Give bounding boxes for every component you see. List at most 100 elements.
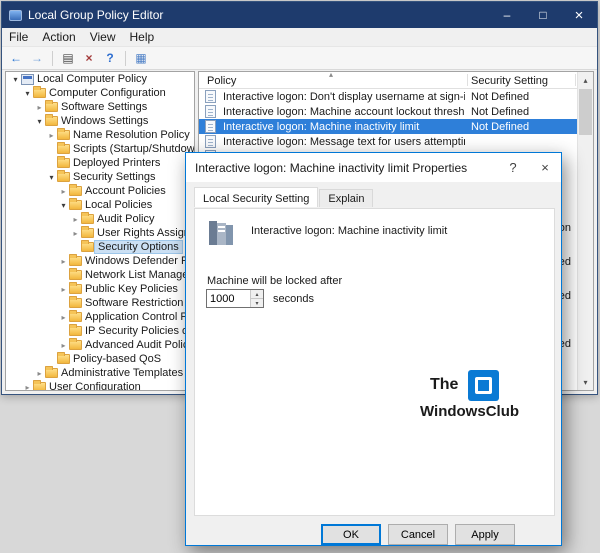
cancel-button[interactable]: Cancel <box>388 524 448 545</box>
folder-icon <box>69 338 82 350</box>
scrollbar-thumb[interactable] <box>579 89 592 135</box>
chevron-collapsed-icon[interactable]: ▸ <box>70 215 81 224</box>
tree-item-windows-settings[interactable]: ▾ Windows Settings <box>6 114 194 128</box>
policy-row[interactable]: Interactive logon: Message text for user… <box>199 134 577 149</box>
scroll-down-icon[interactable]: ▾ <box>578 374 593 390</box>
tree-item-scripts-startup-shutdown[interactable]: Scripts (Startup/Shutdown) <box>6 142 194 156</box>
folder-icon <box>69 324 82 336</box>
tree-item-label: Network List Manager Policies <box>85 269 194 281</box>
folder-icon <box>33 380 46 390</box>
chevron-collapsed-icon[interactable]: ▸ <box>22 383 33 391</box>
column-divider[interactable] <box>467 74 468 86</box>
menu-view[interactable]: View <box>83 28 123 46</box>
chevron-expanded-icon[interactable]: ▾ <box>10 75 21 84</box>
tree-item-ip-security-policies-on-local-computer[interactable]: IP Security Policies on Local Computer <box>6 324 194 338</box>
column-divider[interactable] <box>575 74 576 86</box>
policy-row[interactable]: Interactive logon: Don't display usernam… <box>199 89 577 104</box>
chevron-collapsed-icon[interactable]: ▸ <box>70 229 81 238</box>
dialog-close-button[interactable]: × <box>529 153 561 182</box>
tree-item-local-policies[interactable]: ▾ Local Policies <box>6 198 194 212</box>
tree-item-advanced-audit-policy-configuration[interactable]: ▸ Advanced Audit Policy Configuration <box>6 338 194 352</box>
tree-item-security-settings[interactable]: ▾ Security Settings <box>6 170 194 184</box>
seconds-unit-label: seconds <box>273 293 314 305</box>
stepper-up-icon[interactable]: ▴ <box>250 290 263 299</box>
tree-item-audit-policy[interactable]: ▸ Audit Policy <box>6 212 194 226</box>
tree-item-application-control-policies[interactable]: ▸ Application Control Policies <box>6 310 194 324</box>
tree-item-label: Advanced Audit Policy Configuration <box>85 339 194 351</box>
tree-item-computer-configuration[interactable]: ▾ Computer Configuration <box>6 86 194 100</box>
tree-item-account-policies[interactable]: ▸ Account Policies <box>6 184 194 198</box>
ok-button[interactable]: OK <box>321 524 381 545</box>
tree-item-label: Security Options <box>94 240 183 254</box>
properties-dialog: Interactive logon: Machine inactivity li… <box>185 152 562 546</box>
tree-item-name-resolution-policy[interactable]: ▸ Name Resolution Policy <box>6 128 194 142</box>
folder-icon <box>45 114 58 126</box>
delete-icon[interactable]: × <box>79 49 99 68</box>
folder-icon <box>57 156 70 168</box>
tree-item-user-rights-assignment[interactable]: ▸ User Rights Assignment <box>6 226 194 240</box>
chevron-collapsed-icon[interactable]: ▸ <box>58 257 69 266</box>
chevron-expanded-icon[interactable]: ▾ <box>34 117 45 126</box>
seconds-stepper: ▴ ▾ <box>250 290 263 307</box>
chevron-collapsed-icon[interactable]: ▸ <box>34 103 45 112</box>
tree-item-label: Application Control Policies <box>85 311 194 323</box>
folder-icon <box>69 254 82 266</box>
policy-row[interactable]: Interactive logon: Machine inactivity li… <box>199 119 577 134</box>
forward-icon[interactable]: → <box>27 49 47 68</box>
chevron-collapsed-icon[interactable]: ▸ <box>58 187 69 196</box>
dialog-title: Interactive logon: Machine inactivity li… <box>195 160 468 175</box>
tree-item-label: Account Policies <box>85 185 166 197</box>
policy-row[interactable]: Interactive logon: Machine account locko… <box>199 104 577 119</box>
folder-icon <box>69 184 82 196</box>
column-header-security-setting[interactable]: Security Setting <box>471 75 548 87</box>
window-title: Local Group Policy Editor <box>28 8 164 22</box>
dialog-tabpage: Interactive logon: Machine inactivity li… <box>194 208 555 516</box>
folder-icon <box>69 268 82 280</box>
dialog-help-button[interactable]: ? <box>497 153 529 182</box>
close-button[interactable]: × <box>561 2 597 28</box>
chevron-expanded-icon[interactable]: ▾ <box>22 89 33 98</box>
tree-item-label: Audit Policy <box>97 213 155 225</box>
maximize-button[interactable]: □ <box>525 2 561 28</box>
console-tree-icon[interactable]: ▤ <box>58 49 78 68</box>
policy-properties-icon <box>209 221 233 245</box>
scroll-up-icon[interactable]: ▴ <box>578 72 593 88</box>
vertical-scrollbar[interactable]: ▴ ▾ <box>577 72 593 390</box>
tab-explain[interactable]: Explain <box>319 189 374 207</box>
chevron-expanded-icon[interactable]: ▾ <box>58 201 69 210</box>
menu-file[interactable]: File <box>2 28 35 46</box>
chevron-collapsed-icon[interactable]: ▸ <box>58 285 69 294</box>
tree-item-administrative-templates[interactable]: ▸ Administrative Templates <box>6 366 194 380</box>
tab-local-security-setting[interactable]: Local Security Setting <box>194 187 319 207</box>
tree-item-software-restriction-policies[interactable]: Software Restriction Policies <box>6 296 194 310</box>
menu-action[interactable]: Action <box>35 28 82 46</box>
tree-item-windows-defender-firewall-with-advanced-security[interactable]: ▸ Windows Defender Firewall with Advanced… <box>6 254 194 268</box>
chevron-collapsed-icon[interactable]: ▸ <box>46 131 57 140</box>
tree-item-deployed-printers[interactable]: Deployed Printers <box>6 156 194 170</box>
chevron-collapsed-icon[interactable]: ▸ <box>34 369 45 378</box>
tree-item-label: Policy-based QoS <box>73 353 162 365</box>
action-pane-icon[interactable]: ▦ <box>131 49 151 68</box>
tree-item-label: Administrative Templates <box>61 367 184 379</box>
tree-item-software-settings[interactable]: ▸ Software Settings <box>6 100 194 114</box>
column-header-policy[interactable]: Policy <box>207 75 236 87</box>
tree-item-label: Security Settings <box>73 171 156 183</box>
menu-help[interactable]: Help <box>123 28 162 46</box>
tree-item-public-key-policies[interactable]: ▸ Public Key Policies <box>6 282 194 296</box>
tree-item-local-computer-policy[interactable]: ▾ Local Computer Policy <box>6 72 194 86</box>
folder-icon <box>45 366 58 378</box>
chevron-expanded-icon[interactable]: ▾ <box>46 173 57 182</box>
chevron-collapsed-icon[interactable]: ▸ <box>58 313 69 322</box>
chevron-collapsed-icon[interactable]: ▸ <box>58 341 69 350</box>
back-icon[interactable]: ← <box>6 49 26 68</box>
minimize-button[interactable]: – <box>489 2 525 28</box>
tree-item-policy-based-qos[interactable]: Policy-based QoS <box>6 352 194 366</box>
help-icon[interactable]: ? <box>100 49 120 68</box>
tree-item-label: User Configuration <box>49 381 141 391</box>
toolbar-separator <box>52 50 53 66</box>
tree-item-security-options[interactable]: Security Options <box>6 240 194 254</box>
tree-item-network-list-manager-policies[interactable]: Network List Manager Policies <box>6 268 194 282</box>
stepper-down-icon[interactable]: ▾ <box>250 299 263 307</box>
apply-button[interactable]: Apply <box>455 524 515 545</box>
tree-item-user-configuration[interactable]: ▸ User Configuration <box>6 380 194 391</box>
